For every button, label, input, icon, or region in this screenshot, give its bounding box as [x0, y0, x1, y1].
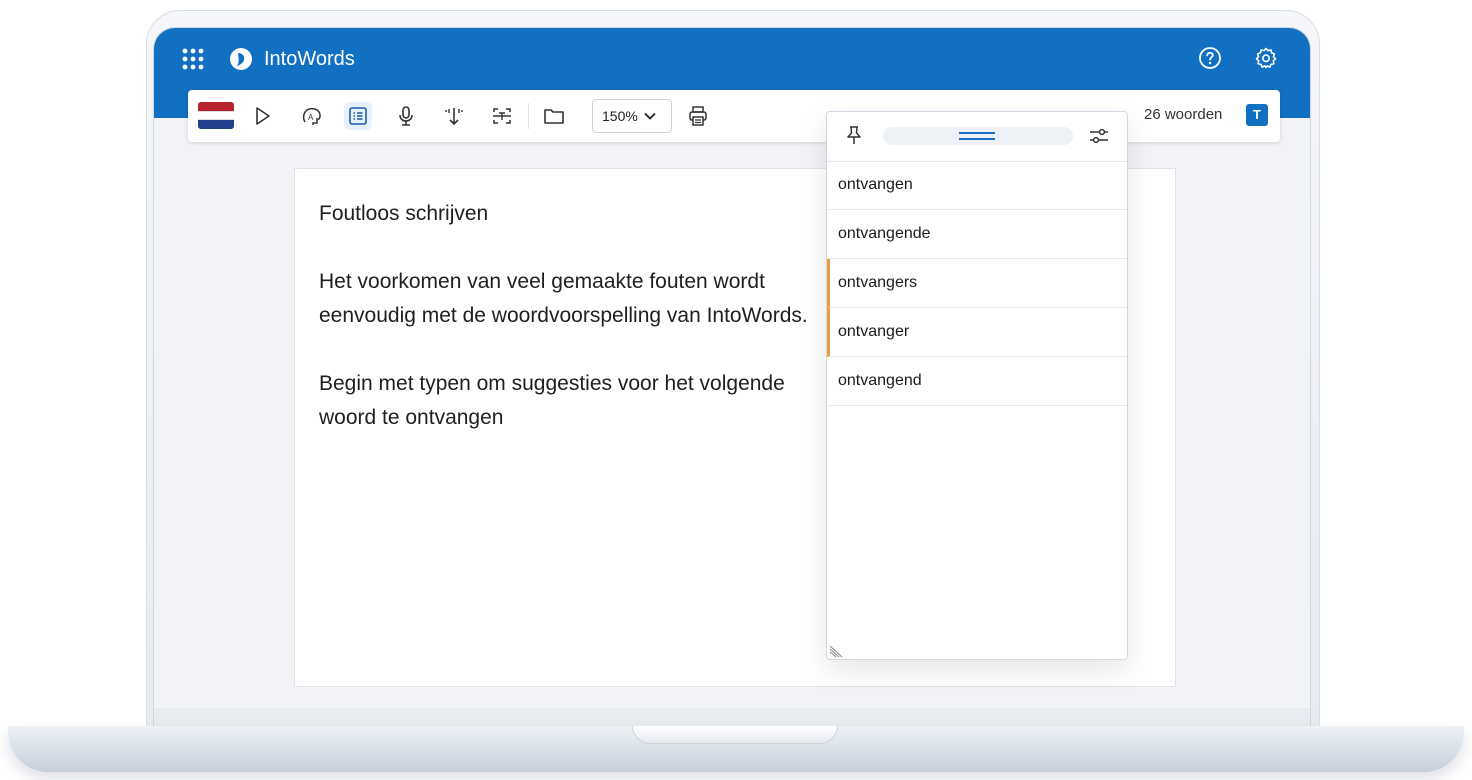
toolbar-divider	[528, 103, 529, 129]
document-text[interactable]: Foutloos schrijven Het voorkomen van vee…	[319, 197, 809, 469]
read-aloud-icon: A	[302, 107, 321, 125]
prediction-item[interactable]: ontvangende	[827, 210, 1127, 259]
laptop-notch	[632, 726, 838, 744]
help-icon[interactable]	[1198, 46, 1222, 70]
apps-grid-icon[interactable]	[180, 46, 206, 72]
touch-icon	[445, 108, 463, 126]
print-icon	[689, 106, 707, 126]
word-prediction-panel: ontvangen ontvangende ontvangers ontvang…	[826, 111, 1128, 660]
document-heading: Foutloos schrijven	[319, 202, 489, 225]
document-paragraph: Begin met typen om suggesties voor het v…	[319, 372, 785, 429]
text-badge[interactable]: T	[1246, 104, 1268, 126]
word-count: 26 woorden	[1144, 106, 1223, 123]
panel-drag-handle[interactable]	[883, 127, 1073, 145]
word-prediction-icon	[349, 107, 367, 125]
print-button[interactable]	[684, 102, 712, 130]
open-file-button[interactable]	[540, 102, 568, 130]
prediction-item[interactable]: ontvangend	[827, 357, 1127, 406]
chevron-down-icon	[644, 112, 656, 120]
dictation-button[interactable]	[392, 102, 420, 130]
filter-settings-icon[interactable]	[1087, 124, 1111, 148]
prediction-item[interactable]: ontvangers	[827, 259, 1127, 308]
document-paragraph: Het voorkomen van veel gemaakte fouten w…	[319, 270, 808, 327]
word-prediction-button[interactable]	[344, 102, 372, 130]
prediction-panel-header	[827, 112, 1127, 162]
scan-text-button[interactable]	[488, 102, 516, 130]
folder-icon	[544, 109, 564, 124]
play-icon	[256, 107, 270, 125]
app-screen: IntoWords A 150% 26 woorden T Foutloos s…	[153, 27, 1311, 727]
play-button[interactable]	[248, 102, 276, 130]
touch-read-button[interactable]	[440, 102, 468, 130]
pin-icon[interactable]	[843, 124, 865, 146]
screen-bottom-strip	[154, 708, 1310, 726]
zoom-select[interactable]: 150%	[592, 99, 672, 133]
read-aloud-button[interactable]: A	[298, 102, 326, 130]
intowords-logo-icon	[230, 48, 252, 70]
prediction-item[interactable]: ontvanger	[827, 308, 1127, 357]
language-flag-button[interactable]	[198, 102, 234, 129]
prediction-item[interactable]: ontvangen	[827, 162, 1127, 210]
microphone-icon	[399, 106, 413, 126]
svg-text:A: A	[308, 113, 314, 122]
resize-grip-icon[interactable]	[829, 644, 845, 658]
prediction-list: ontvangen ontvangende ontvangers ontvang…	[827, 162, 1127, 406]
zoom-value: 150%	[602, 108, 638, 124]
scan-text-icon	[493, 108, 511, 124]
app-title: IntoWords	[264, 48, 355, 70]
gear-icon[interactable]	[1254, 46, 1278, 70]
